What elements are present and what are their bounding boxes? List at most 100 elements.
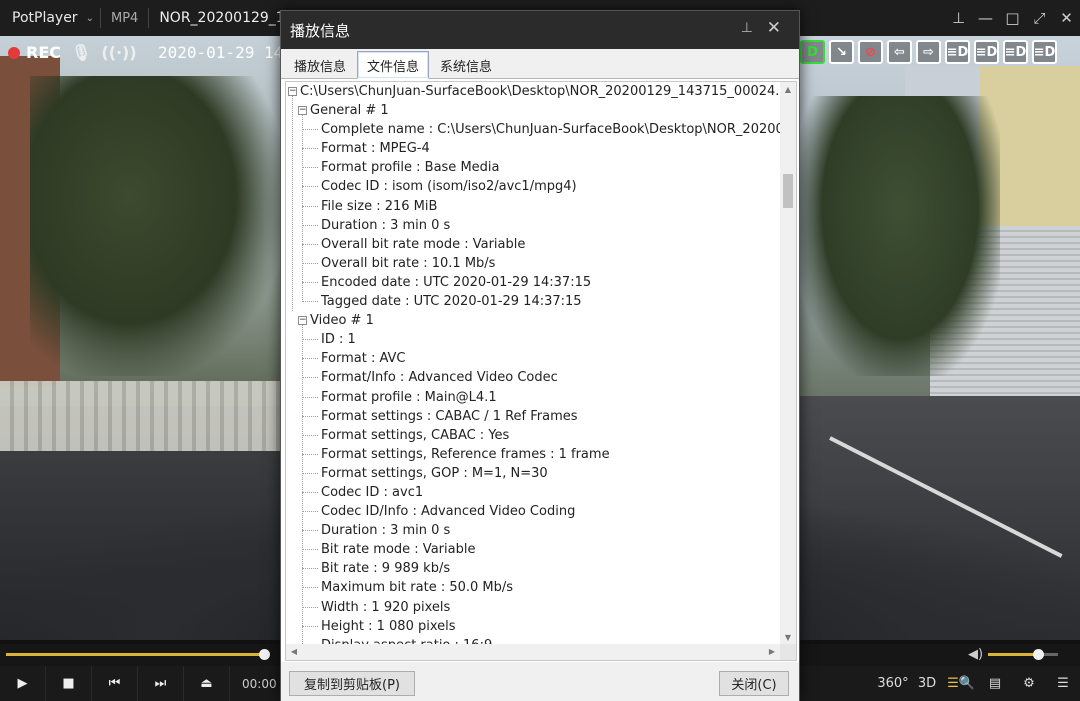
- pin-icon[interactable]: ⊥: [945, 9, 972, 27]
- right-controls: 360° 3D ☰🔍 ▤ ⚙ ☰: [876, 666, 1080, 701]
- tree-item-label: Format settings, CABAC : Yes: [321, 427, 510, 443]
- maximize-icon[interactable]: □: [999, 9, 1026, 27]
- tree-item[interactable]: Format : MPEG-4: [286, 139, 780, 158]
- tree-item[interactable]: Encoded date : UTC 2020-01-29 14:37:15: [286, 273, 780, 292]
- collapse-icon[interactable]: −: [298, 316, 307, 326]
- collapse-icon[interactable]: −: [298, 106, 307, 116]
- previous-button[interactable]: ⏮: [92, 666, 138, 701]
- tree-item-label: Duration : 3 min 0 s: [321, 217, 451, 233]
- fullscreen-icon[interactable]: ⤢: [1026, 9, 1053, 27]
- dialog-titlebar[interactable]: 播放信息 ⊥ ✕: [281, 11, 799, 49]
- tab-system-info[interactable]: 系统信息: [431, 52, 501, 78]
- close-icon[interactable]: ✕: [1053, 9, 1080, 27]
- tree-item[interactable]: Duration : 3 min 0 s: [286, 521, 780, 540]
- scroll-thumb[interactable]: [783, 174, 793, 208]
- tree-item[interactable]: Overall bit rate : 10.1 Mb/s: [286, 254, 780, 273]
- tab-file-info[interactable]: 文件信息: [357, 51, 430, 79]
- tree-item[interactable]: Codec ID/Info : Advanced Video Coding: [286, 502, 780, 521]
- pin-icon[interactable]: ⊥: [741, 20, 753, 36]
- settings-button[interactable]: ⚙: [1012, 676, 1046, 691]
- vr-360-button[interactable]: 360°: [876, 676, 910, 691]
- tree-item-label: Maximum bit rate : 50.0 Mb/s: [321, 580, 514, 596]
- tree-item-label: Codec ID/Info : Advanced Video Coding: [321, 504, 576, 520]
- tree-item[interactable]: Codec ID : avc1: [286, 483, 780, 502]
- dialog-title: 播放信息: [290, 21, 351, 40]
- tree-root[interactable]: − C:\Users\ChunJuan-SurfaceBook\Desktop\…: [286, 82, 780, 101]
- volume-slider[interactable]: [988, 653, 1058, 656]
- tree-item[interactable]: Format/Info : Advanced Video Codec: [286, 368, 780, 387]
- record-dot-icon: [8, 46, 20, 59]
- scroll-right-icon[interactable]: ▶: [764, 644, 780, 660]
- menu-button[interactable]: ☰: [1046, 676, 1080, 691]
- tree-item[interactable]: Overall bit rate mode : Variable: [286, 235, 780, 254]
- eject-icon: ⏏: [200, 676, 213, 691]
- volume-handle[interactable]: [1033, 649, 1044, 660]
- wifi-icon: ((·)): [101, 43, 137, 62]
- tree-item[interactable]: Format : AVC: [286, 349, 780, 368]
- tree-item-label: Complete name : C:\Users\ChunJuan-Surfac…: [321, 122, 780, 138]
- tree-item-label: Format/Info : Advanced Video Codec: [321, 370, 558, 386]
- tree-item[interactable]: Format settings, CABAC : Yes: [286, 426, 780, 445]
- app-menu[interactable]: PotPlayer ⌄: [0, 10, 100, 26]
- tree-item[interactable]: Bit rate mode : Variable: [286, 540, 780, 559]
- osd-timestamp: 2020-01-29 14:: [158, 43, 293, 62]
- tree-item[interactable]: Complete name : C:\Users\ChunJuan-Surfac…: [286, 120, 780, 139]
- tree-item[interactable]: Bit rate : 9 989 kb/s: [286, 559, 780, 578]
- app-name: PotPlayer: [12, 10, 78, 26]
- tab-playback-info[interactable]: 播放信息: [285, 52, 355, 78]
- tree-item-label: ID : 1: [321, 332, 356, 348]
- seek-progress[interactable]: [6, 653, 266, 656]
- vertical-scrollbar[interactable]: ▲ ▼: [780, 82, 796, 646]
- tree-item[interactable]: Maximum bit rate : 50.0 Mb/s: [286, 578, 780, 597]
- scroll-up-icon[interactable]: ▲: [780, 82, 796, 98]
- tree-item-label: Codec ID : isom (isom/iso2/avc1/mpg4): [321, 179, 577, 195]
- tree-item[interactable]: Format settings, Reference frames : 1 fr…: [286, 445, 780, 464]
- no-entry-icon: ⊘: [858, 40, 883, 64]
- root-path: C:\Users\ChunJuan-SurfaceBook\Desktop\NO…: [300, 84, 780, 99]
- tree-item[interactable]: Format profile : Base Media: [286, 158, 780, 177]
- tree-item-label: Codec ID : avc1: [321, 484, 424, 500]
- tree-group[interactable]: − General # 1: [286, 101, 780, 120]
- tree-item[interactable]: File size : 216 MiB: [286, 197, 780, 216]
- tree-item[interactable]: Height : 1 080 pixels: [286, 617, 780, 636]
- tree-item[interactable]: ID : 1: [286, 330, 780, 349]
- tree-item[interactable]: Format settings : CABAC / 1 Ref Frames: [286, 407, 780, 426]
- tree-item[interactable]: Width : 1 920 pixels: [286, 598, 780, 617]
- current-time: 00:00: [242, 676, 277, 691]
- tree-item[interactable]: Tagged date : UTC 2020-01-29 14:37:15: [286, 292, 780, 311]
- stop-button[interactable]: ■: [46, 666, 92, 701]
- next-button[interactable]: ⏭: [138, 666, 184, 701]
- tree-item[interactable]: Duration : 3 min 0 s: [286, 216, 780, 235]
- dialog-footer: 复制到剪贴板(P) 关闭(C): [281, 662, 799, 701]
- tree-item-label: Height : 1 080 pixels: [321, 618, 456, 634]
- tree-group[interactable]: − Video # 1: [286, 311, 780, 330]
- collapse-icon[interactable]: −: [288, 87, 297, 96]
- high-beam-icon: ≡D: [974, 40, 999, 64]
- info-tree[interactable]: − C:\Users\ChunJuan-SurfaceBook\Desktop\…: [286, 82, 780, 646]
- tree-group-label: General # 1: [310, 103, 389, 119]
- scroll-left-icon[interactable]: ◀: [286, 644, 302, 660]
- eject-button[interactable]: ⏏: [184, 666, 230, 701]
- playlist-search-button[interactable]: ☰🔍: [944, 676, 978, 691]
- seatbelt-icon: ↘: [829, 40, 854, 64]
- tree-group-label: Video # 1: [310, 313, 374, 329]
- close-icon[interactable]: ✕: [767, 18, 781, 38]
- play-button[interactable]: ▶: [0, 666, 46, 701]
- skip-back-icon: ⏮: [108, 676, 121, 691]
- seek-handle[interactable]: [259, 649, 270, 660]
- format-tab[interactable]: MP4: [101, 11, 148, 26]
- volume-icon[interactable]: ◀): [968, 647, 983, 662]
- copy-to-clipboard-button[interactable]: 复制到剪贴板(P): [289, 671, 415, 696]
- minimize-icon[interactable]: —: [972, 9, 999, 27]
- tree-item-label: Format : MPEG-4: [321, 141, 430, 157]
- chapter-button[interactable]: ▤: [978, 676, 1012, 691]
- 3d-button[interactable]: 3D: [910, 676, 944, 691]
- tree-item-label: Format : AVC: [321, 351, 406, 367]
- tree-item[interactable]: Codec ID : isom (isom/iso2/avc1/mpg4): [286, 177, 780, 196]
- stop-icon: ■: [62, 676, 75, 691]
- close-button[interactable]: 关闭(C): [719, 671, 789, 696]
- tree-item[interactable]: Format profile : Main@L4.1: [286, 388, 780, 407]
- tree-item[interactable]: Format settings, GOP : M=1, N=30: [286, 464, 780, 483]
- tree-item-label: Encoded date : UTC 2020-01-29 14:37:15: [321, 274, 592, 290]
- horizontal-scrollbar[interactable]: ◀ ▶: [286, 644, 780, 660]
